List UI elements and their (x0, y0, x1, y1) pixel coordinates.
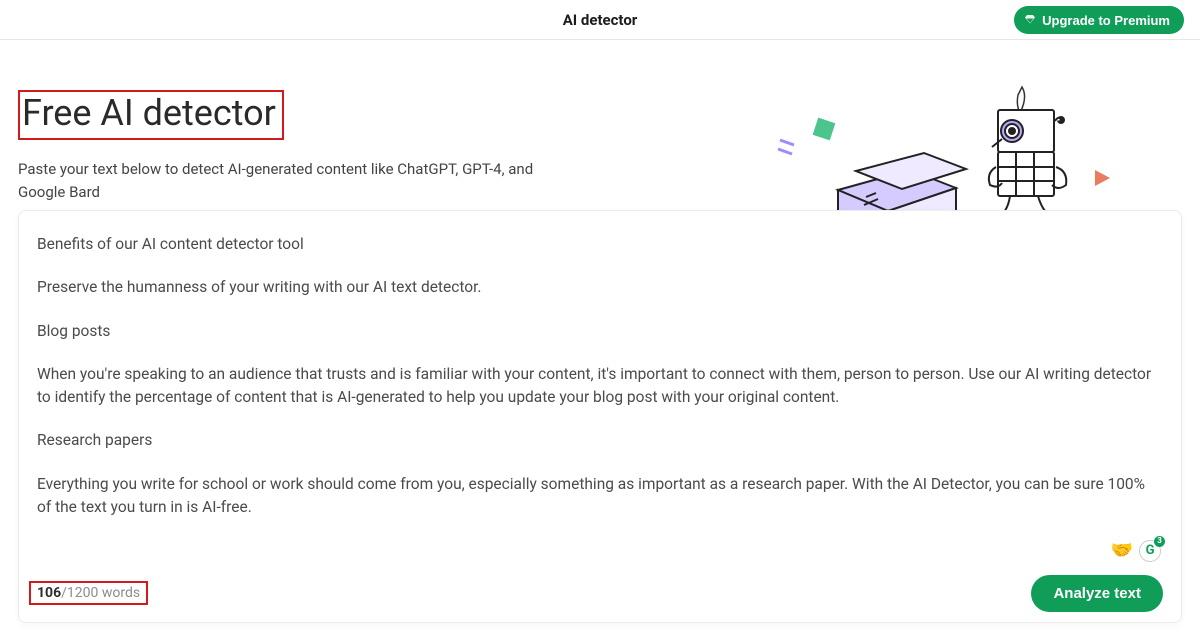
hero-subtitle: Paste your text below to detect AI-gener… (18, 158, 578, 203)
page-title: AI detector (563, 11, 638, 29)
editor-line: Blog posts (37, 320, 1161, 343)
editor-line: When you're speaking to an audience that… (37, 363, 1161, 410)
grammarly-count: 3 (1154, 536, 1165, 547)
editor-line: Preserve the humanness of your writing w… (37, 276, 1161, 299)
upgrade-button[interactable]: Upgrade to Premium (1014, 6, 1184, 34)
diamond-icon (1024, 13, 1036, 28)
hero-section: Free AI detector Paste your text below t… (0, 40, 1200, 220)
editor-line: Everything you write for school or work … (37, 473, 1161, 520)
word-count: 106/1200 words (29, 581, 148, 605)
editor-line: Research papers (37, 429, 1161, 452)
editor-line: Benefits of our AI content detector tool (37, 233, 1161, 256)
grammarly-icon[interactable]: G 3 (1139, 540, 1161, 562)
handshake-icon[interactable]: 🤝 (1111, 537, 1133, 564)
hero-title: Free AI detector (22, 92, 276, 134)
upgrade-label: Upgrade to Premium (1042, 13, 1170, 28)
word-count-current: 106 (37, 585, 61, 601)
analyze-button[interactable]: Analyze text (1031, 575, 1163, 612)
header-bar: AI detector Upgrade to Premium (0, 0, 1200, 40)
editor-textarea[interactable]: Benefits of our AI content detector tool… (19, 211, 1181, 572)
assistant-badges: 🤝 G 3 (1111, 537, 1161, 564)
editor-footer: 106/1200 words Analyze text (19, 572, 1181, 622)
hero-title-highlight: Free AI detector (18, 90, 284, 140)
editor-card: Benefits of our AI content detector tool… (18, 210, 1182, 623)
